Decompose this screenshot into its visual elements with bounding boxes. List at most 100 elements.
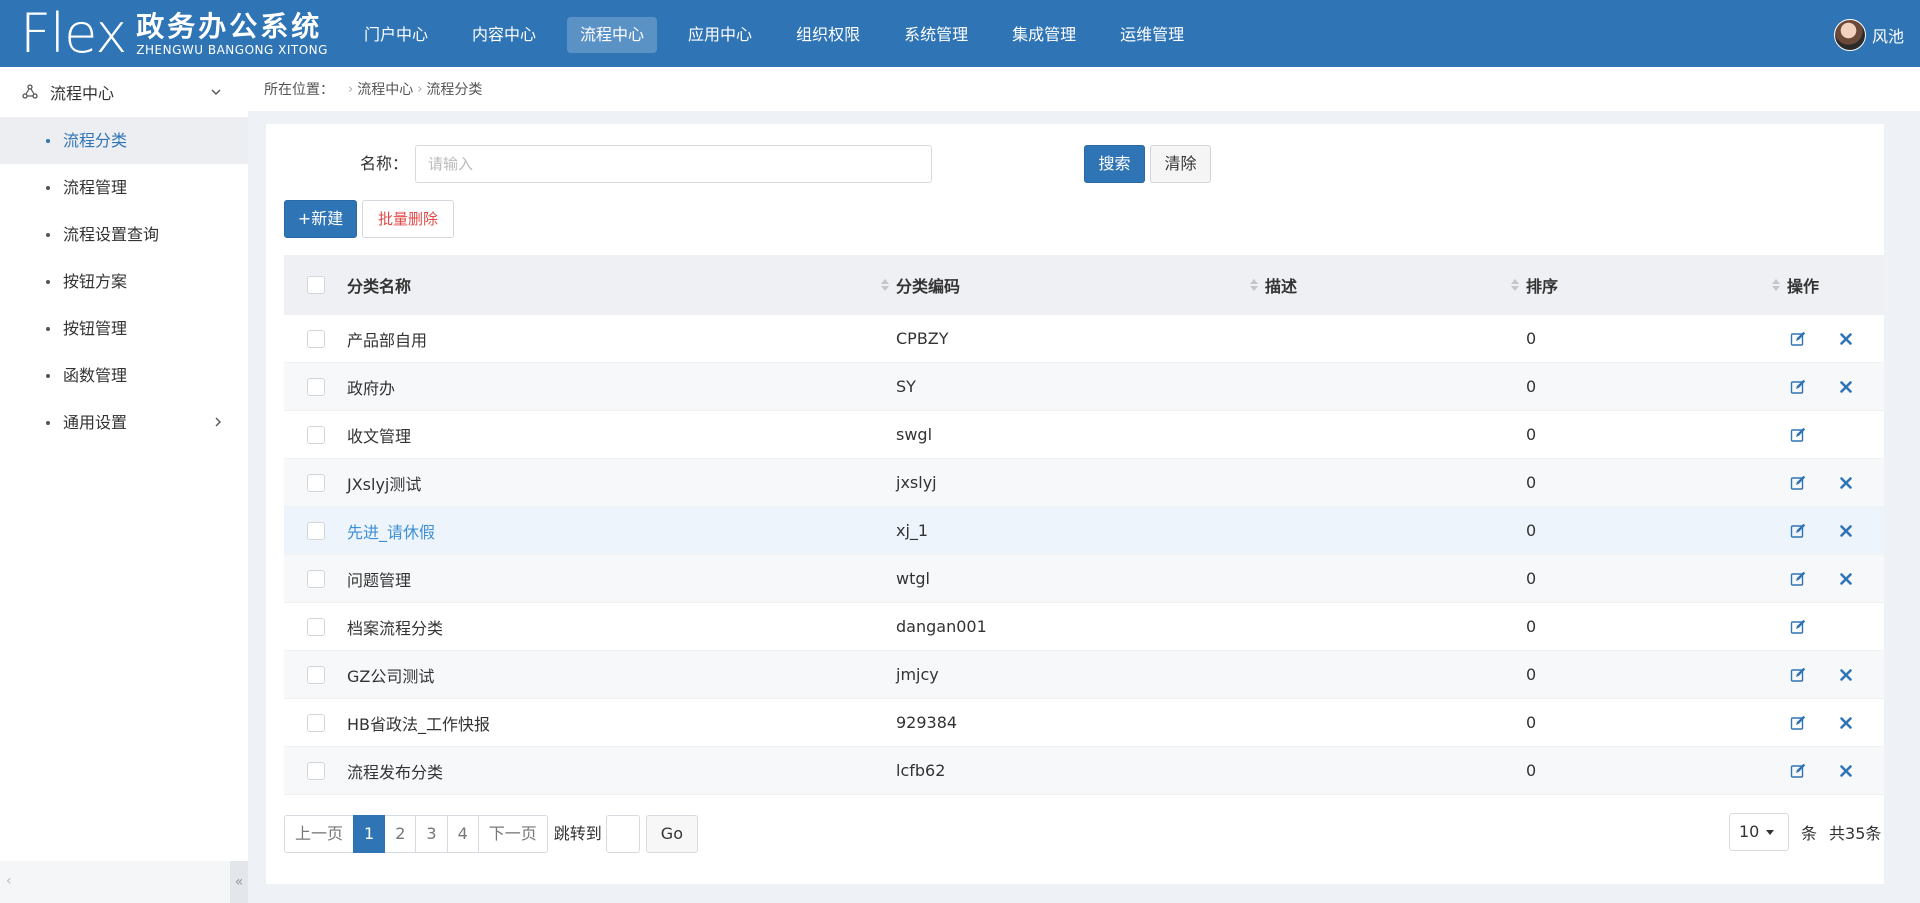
prev-page-button[interactable]: 上一页 xyxy=(284,815,355,853)
nav-tab[interactable]: 流程中心 xyxy=(567,17,658,53)
sidebar-item[interactable]: 通用设置 xyxy=(0,399,248,446)
logo-text: 政务办公系统 ZHENGWU BANGONG XITONG xyxy=(136,11,328,58)
column-header-desc[interactable]: 描述 xyxy=(1265,273,1526,297)
sidebar-item[interactable]: 按钮管理 xyxy=(0,305,248,352)
delete-icon[interactable] xyxy=(1839,716,1853,730)
delete-icon[interactable] xyxy=(1839,524,1853,538)
jump-page-input[interactable] xyxy=(605,815,640,853)
row-checkbox[interactable] xyxy=(306,473,325,492)
table-row[interactable]: 政府办 SY 0 xyxy=(284,363,1884,411)
sidebar: 流程中心 流程分类 流程管理 流程设置查询 按钮方案按钮管理函数管理 通用设置 ‹ « xyxy=(0,67,248,903)
edit-icon[interactable] xyxy=(1790,571,1806,587)
edit-icon[interactable] xyxy=(1790,763,1806,779)
app-logo[interactable]: Flex 政务办公系统 ZHENGWU BANGONG XITONG xyxy=(20,7,328,61)
row-checkbox[interactable] xyxy=(306,617,325,636)
category-code: lcfb62 xyxy=(896,761,946,780)
nav-tab[interactable]: 集成管理 xyxy=(999,17,1089,53)
category-code: CPBZY xyxy=(896,329,949,348)
sort-icon[interactable] xyxy=(1249,277,1259,293)
delete-icon[interactable] xyxy=(1839,476,1853,490)
category-code: jmjcy xyxy=(896,665,939,684)
select-all-checkbox[interactable] xyxy=(306,276,325,294)
category-code: jxslyj xyxy=(896,473,937,492)
new-button[interactable]: +新建 xyxy=(284,200,357,238)
row-checkbox[interactable] xyxy=(306,521,325,540)
edit-icon[interactable] xyxy=(1790,619,1806,635)
table-row[interactable]: 流程发布分类 lcfb62 0 xyxy=(284,747,1884,795)
row-checkbox[interactable] xyxy=(306,329,325,348)
row-checkbox[interactable] xyxy=(306,377,325,396)
table-row[interactable]: GZ公司测试 jmjcy 0 xyxy=(284,651,1884,699)
search-input[interactable] xyxy=(415,145,932,183)
next-page-button[interactable]: 下一页 xyxy=(477,815,548,853)
table-row[interactable]: 档案流程分类 dangan001 0 xyxy=(284,603,1884,651)
row-actions xyxy=(1787,667,1884,683)
category-order: 0 xyxy=(1526,713,1537,732)
table-row[interactable]: 问题管理 wtgl 0 xyxy=(284,555,1884,603)
go-button[interactable]: Go xyxy=(645,815,698,853)
page-button[interactable]: 3 xyxy=(415,815,448,853)
category-name: JXslyj测试 xyxy=(347,474,422,494)
search-bar: 名称： 搜索 清除 xyxy=(266,144,1266,184)
breadcrumb-item[interactable]: 流程中心 xyxy=(357,79,413,99)
delete-icon[interactable] xyxy=(1839,764,1853,778)
nav-tab[interactable]: 组织权限 xyxy=(783,17,873,53)
user-menu[interactable]: 风池 xyxy=(1833,19,1904,51)
edit-icon[interactable] xyxy=(1790,427,1806,443)
table-row[interactable]: 先进_请休假 xj_1 0 xyxy=(284,507,1884,555)
user-name[interactable]: 风池 xyxy=(1872,23,1904,47)
row-actions xyxy=(1787,715,1884,731)
edit-icon[interactable] xyxy=(1790,667,1806,683)
category-name: HB省政法_工作快报 xyxy=(347,714,491,734)
column-header-name[interactable]: 分类名称 xyxy=(347,273,896,297)
table-row[interactable]: 产品部自用 CPBZY 0 xyxy=(284,315,1884,363)
sidebar-section-header[interactable]: 流程中心 xyxy=(0,67,248,117)
delete-icon[interactable] xyxy=(1839,572,1853,586)
row-checkbox[interactable] xyxy=(306,713,325,732)
category-order: 0 xyxy=(1526,569,1537,588)
avatar[interactable] xyxy=(1833,19,1866,51)
table-row[interactable]: JXslyj测试 jxslyj 0 xyxy=(284,459,1884,507)
nav-tab[interactable]: 应用中心 xyxy=(675,17,765,53)
sort-icon[interactable] xyxy=(1510,277,1520,293)
sort-icon[interactable] xyxy=(1771,277,1781,293)
batch-delete-button[interactable]: 批量删除 xyxy=(362,200,454,238)
edit-icon[interactable] xyxy=(1790,379,1806,395)
sidebar-item[interactable]: 流程管理 xyxy=(0,164,248,211)
delete-icon[interactable] xyxy=(1839,380,1853,394)
row-checkbox[interactable] xyxy=(306,761,325,780)
nav-tab[interactable]: 门户中心 xyxy=(351,17,441,53)
row-checkbox[interactable] xyxy=(306,569,325,588)
sidebar-item-label: 按钮管理 xyxy=(63,319,128,338)
page-size-select[interactable]: 10 xyxy=(1729,813,1789,851)
sidebar-item[interactable]: 函数管理 xyxy=(0,352,248,399)
row-checkbox[interactable] xyxy=(306,425,325,444)
page-button[interactable]: 4 xyxy=(446,815,479,853)
sidebar-item[interactable]: 按钮方案 xyxy=(0,258,248,305)
delete-icon[interactable] xyxy=(1839,668,1853,682)
edit-icon[interactable] xyxy=(1790,523,1806,539)
delete-icon[interactable] xyxy=(1839,332,1853,346)
nav-tab[interactable]: 内容中心 xyxy=(459,17,549,53)
category-name[interactable]: 先进_请休假 xyxy=(347,519,896,543)
row-checkbox[interactable] xyxy=(306,665,325,684)
sidebar-item[interactable]: 流程设置查询 xyxy=(0,211,248,258)
category-code: 929384 xyxy=(896,713,958,732)
table-row[interactable]: HB省政法_工作快报 929384 0 xyxy=(284,699,1884,747)
edit-icon[interactable] xyxy=(1790,331,1806,347)
edit-icon[interactable] xyxy=(1790,715,1806,731)
sidebar-item[interactable]: 流程分类 xyxy=(0,117,248,164)
page-button[interactable]: 1 xyxy=(353,815,386,853)
column-header-code[interactable]: 分类编码 xyxy=(896,273,1265,297)
page-button[interactable]: 2 xyxy=(384,815,417,853)
edit-icon[interactable] xyxy=(1790,475,1806,491)
sort-icon[interactable] xyxy=(880,277,890,293)
collapse-sidebar-button[interactable]: « xyxy=(230,861,248,903)
table-row[interactable]: 收文管理 swgl 0 xyxy=(284,411,1884,459)
chevron-left-icon: ‹ xyxy=(6,873,12,889)
clear-button[interactable]: 清除 xyxy=(1150,145,1211,183)
nav-tab[interactable]: 系统管理 xyxy=(891,17,981,53)
search-button[interactable]: 搜索 xyxy=(1084,145,1145,183)
column-header-order[interactable]: 排序 xyxy=(1526,273,1787,297)
nav-tab[interactable]: 运维管理 xyxy=(1107,17,1197,53)
